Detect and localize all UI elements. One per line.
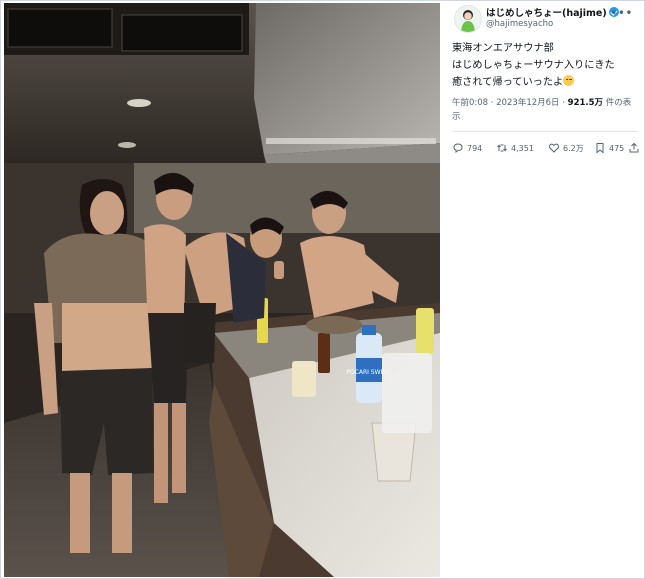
tweet-time[interactable]: 午前0:08 [452, 98, 488, 108]
share-button[interactable] [628, 140, 640, 156]
share-icon [629, 142, 639, 153]
relieved-face-emoji-icon [563, 75, 575, 86]
tweet-meta: 午前0:08 · 2023年12月6日 · 921.5万 件の表示 [452, 96, 637, 124]
tweet-panel: はじめしゃちょー(hajime) @hajimesyacho ••• 東海オンエ… [440, 0, 645, 579]
reply-count: 794 [467, 143, 483, 153]
like-count: 6.2万 [563, 143, 584, 153]
bookmark-icon [596, 143, 604, 154]
avatar[interactable] [454, 5, 482, 33]
tweet-text: 東海オンエアサウナ部 はじめしゃちょーサウナ入りにきた 癒されて帰っていったよ [452, 40, 615, 91]
retweet-icon [497, 144, 507, 152]
avatar-illustration-icon [455, 6, 481, 32]
action-bar: 794 4,351 6.2万 475 [452, 140, 642, 156]
like-button[interactable]: 6.2万 [548, 140, 584, 156]
tweet-text-line-2: はじめしゃちょーサウナ入りにきた [452, 60, 615, 71]
retweet-count: 4,351 [511, 143, 534, 153]
photo-illustration: POCARI SWEAT [4, 3, 440, 577]
reply-button[interactable]: 794 [452, 140, 482, 156]
bookmark-button[interactable]: 475 [594, 140, 624, 156]
meta-separator-2: · [562, 98, 565, 108]
divider [452, 131, 637, 132]
tweet-photo[interactable]: POCARI SWEAT [4, 3, 440, 577]
more-dots-icon[interactable]: ••• [610, 6, 633, 20]
retweet-button[interactable]: 4,351 [496, 140, 534, 156]
views-count: 921.5万 [567, 98, 604, 108]
tweet-text-line-3: 癒されて帰っていったよ [452, 77, 564, 88]
user-handle[interactable]: @hajimesyacho [486, 19, 553, 29]
tweet-text-line-1: 東海オンエアサウナ部 [452, 43, 554, 54]
display-name[interactable]: はじめしゃちょー(hajime) [486, 5, 619, 19]
tweet-date[interactable]: 2023年12月6日 [496, 98, 559, 108]
display-name-text[interactable]: はじめしゃちょー(hajime) [486, 8, 607, 19]
bookmark-count: 475 [609, 143, 625, 153]
reply-icon [453, 143, 463, 153]
meta-separator: · [490, 98, 494, 108]
heart-icon [548, 143, 560, 153]
